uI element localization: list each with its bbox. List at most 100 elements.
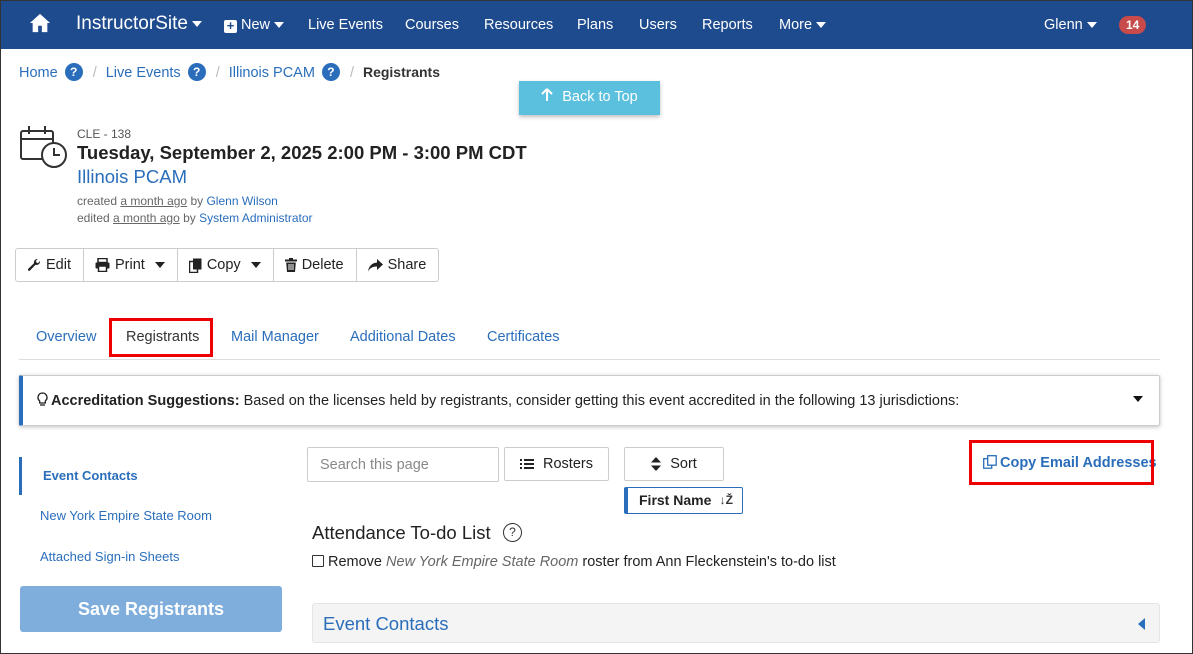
site-switcher[interactable]: InstructorSite xyxy=(76,13,202,35)
edit-label: Edit xyxy=(46,257,71,273)
created-time: a month ago xyxy=(120,194,188,208)
share-button[interactable]: Share xyxy=(357,249,439,281)
rosters-label: Rosters xyxy=(543,456,593,472)
sidenav-active-indicator xyxy=(19,457,22,495)
highlight-box-copy-email xyxy=(969,440,1154,485)
sort-field-label: First Name xyxy=(639,492,712,508)
chevron-down-icon xyxy=(816,22,827,29)
remove-roster-checkbox[interactable] xyxy=(312,555,324,567)
sort-field-chip[interactable]: First Name ↓Ž xyxy=(624,487,743,514)
home-icon[interactable] xyxy=(29,12,51,34)
top-navbar: InstructorSite + New Live Events Courses … xyxy=(1,1,1192,49)
print-dropdown-button[interactable]: Print xyxy=(84,249,178,281)
back-to-top-label: Back to Top xyxy=(562,89,638,105)
delete-button[interactable]: Delete xyxy=(274,249,357,281)
nav-users[interactable]: Users xyxy=(639,17,677,33)
event-title-link[interactable]: Illinois PCAM xyxy=(77,166,187,188)
created-prefix: created xyxy=(77,194,118,208)
accreditation-suggestions-panel[interactable]: Accreditation Suggestions: Based on the … xyxy=(19,375,1160,426)
tab-certificates[interactable]: Certificates xyxy=(487,329,560,345)
sort-button[interactable]: Sort xyxy=(624,447,724,481)
chevron-down-icon xyxy=(191,20,202,27)
copy-icon xyxy=(188,258,202,273)
brand-label: InstructorSite xyxy=(76,13,188,34)
caret-left-icon[interactable] xyxy=(1138,618,1145,630)
share-label: Share xyxy=(387,257,427,273)
sidenav-item-attached-sign-in-sheets[interactable]: Attached Sign-in Sheets xyxy=(40,549,179,564)
tab-mail-manager[interactable]: Mail Manager xyxy=(231,329,319,345)
sort-alpha-icon: ↓Ž xyxy=(719,493,733,507)
tab-additional-dates[interactable]: Additional Dates xyxy=(350,329,456,345)
wrench-icon xyxy=(27,258,41,271)
nav-live-events[interactable]: Live Events xyxy=(308,17,383,33)
event-code: CLE - 138 xyxy=(77,127,132,141)
lightbulb-icon xyxy=(37,392,48,406)
nav-reports[interactable]: Reports xyxy=(702,17,753,33)
print-label: Print xyxy=(115,257,145,273)
edited-by-link[interactable]: System Administrator xyxy=(199,211,312,225)
attendance-todo-item: Remove New York Empire State Room roster… xyxy=(312,554,836,570)
back-to-top-button[interactable]: Back to Top xyxy=(519,81,660,115)
sidenav-item-new-york-empire-state-room[interactable]: New York Empire State Room xyxy=(40,508,212,523)
arrow-up-icon xyxy=(541,88,553,101)
plus-icon: + xyxy=(224,19,237,33)
copy-label: Copy xyxy=(206,257,241,273)
help-icon[interactable]: ? xyxy=(321,63,340,81)
search-input[interactable] xyxy=(307,447,499,482)
share-icon xyxy=(367,258,383,271)
breadcrumb-illinois-pcam[interactable]: Illinois PCAM xyxy=(229,65,315,81)
chevron-down-icon xyxy=(1086,22,1097,29)
sort-label: Sort xyxy=(670,456,697,472)
edited-by-word: by xyxy=(183,211,196,225)
help-icon[interactable]: ? xyxy=(64,63,83,81)
nav-more-label: More xyxy=(779,17,813,33)
breadcrumb-current: Registrants xyxy=(362,64,440,80)
nav-new-label: New xyxy=(241,17,271,33)
breadcrumb-home[interactable]: Home xyxy=(19,65,58,81)
breadcrumb-live-events[interactable]: Live Events xyxy=(106,65,181,81)
chevron-down-icon xyxy=(154,262,165,268)
edit-button[interactable]: Edit xyxy=(16,249,84,281)
chevron-down-icon xyxy=(250,262,261,268)
rosters-button[interactable]: Rosters xyxy=(504,447,609,481)
sort-icon xyxy=(651,457,662,471)
delete-label: Delete xyxy=(301,257,344,273)
tab-overview[interactable]: Overview xyxy=(36,329,96,345)
help-icon[interactable]: ? xyxy=(503,523,522,542)
created-by-word: by xyxy=(190,194,204,208)
nav-new-menu[interactable]: + New xyxy=(224,17,285,33)
caret-down-icon[interactable] xyxy=(1133,396,1143,402)
edited-meta: edited a month ago by System Administrat… xyxy=(77,211,313,225)
copy-dropdown-button[interactable]: Copy xyxy=(178,249,274,281)
notification-badge[interactable]: 14 xyxy=(1119,16,1147,34)
event-contacts-panel-title: Event Contacts xyxy=(323,613,449,634)
breadcrumb-separator: / xyxy=(215,65,220,81)
created-meta: created a month ago by Glenn Wilson xyxy=(77,194,278,208)
breadcrumb-separator: / xyxy=(349,65,354,81)
calendar-clock-icon xyxy=(20,126,67,168)
help-icon[interactable]: ? xyxy=(187,63,206,81)
save-registrants-button[interactable]: Save Registrants xyxy=(20,586,282,632)
list-icon xyxy=(520,459,535,469)
sidenav-item-event-contacts[interactable]: Event Contacts xyxy=(43,468,138,483)
printer-icon xyxy=(95,258,110,272)
user-name: Glenn xyxy=(1044,17,1083,33)
accreditation-text: Based on the licenses held by registrant… xyxy=(243,393,960,409)
edited-prefix: edited xyxy=(77,211,110,225)
nav-courses[interactable]: Courses xyxy=(405,17,459,33)
room-name: New York Empire State Room xyxy=(386,554,579,570)
nav-resources[interactable]: Resources xyxy=(484,17,553,33)
created-by-link[interactable]: Glenn Wilson xyxy=(206,194,277,208)
event-datetime: Tuesday, September 2, 2025 2:00 PM - 3:0… xyxy=(77,142,527,163)
remove-suffix: roster from Ann Fleckenstein's to-do lis… xyxy=(582,554,836,570)
nav-plans[interactable]: Plans xyxy=(577,17,613,33)
trash-icon xyxy=(284,258,297,272)
event-contacts-panel-header[interactable]: Event Contacts xyxy=(312,603,1160,643)
remove-prefix: Remove xyxy=(328,554,382,570)
user-menu[interactable]: Glenn xyxy=(1044,17,1097,33)
event-toolbar: Edit Print Copy Delete Share xyxy=(15,248,440,282)
chevron-down-icon xyxy=(274,22,285,29)
nav-more-menu[interactable]: More xyxy=(779,17,827,33)
breadcrumb-separator: / xyxy=(92,65,97,81)
breadcrumb: Home? / Live Events? / Illinois PCAM? / Regist… xyxy=(19,63,440,81)
